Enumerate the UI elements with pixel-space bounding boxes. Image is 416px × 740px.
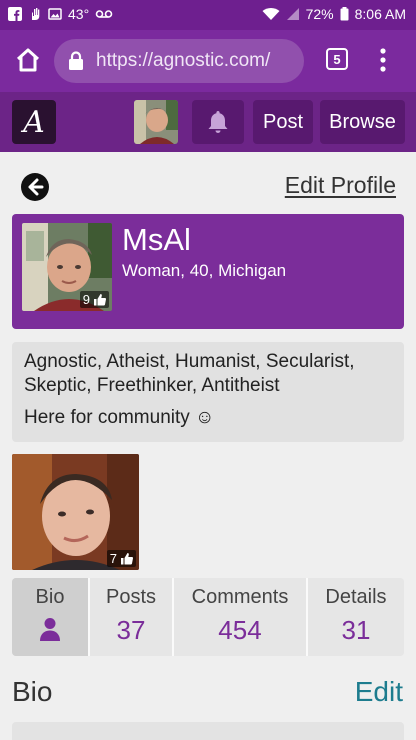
beliefs-text: Agnostic, Atheist, Humanist, Secularist,… (24, 351, 355, 396)
battery-percent-text: 72% (305, 6, 334, 22)
facebook-icon (8, 7, 22, 21)
tab-bio-label: Bio (35, 586, 65, 608)
bio-heading: Bio (12, 676, 53, 707)
logo-letter: A (23, 104, 45, 140)
header-avatar[interactable] (134, 100, 178, 144)
back-arrow-icon[interactable] (20, 172, 50, 202)
hand-icon (32, 8, 40, 20)
url-text: https://agnostic.com/ (96, 50, 271, 71)
home-icon[interactable] (12, 44, 44, 76)
wifi-icon (262, 8, 280, 20)
bio-text-box (12, 722, 404, 740)
posts-count: 37 (116, 615, 146, 645)
tab-details[interactable]: Details 31 (308, 578, 404, 656)
profile-stats-tabs: Bio Posts 37 Comments 454 Details 31 (12, 578, 404, 656)
lock-icon (69, 51, 83, 70)
tab-comments[interactable]: Comments 454 (174, 578, 308, 656)
edit-profile-link[interactable]: Edit Profile (285, 172, 396, 199)
clock-text: 8:06 AM (354, 6, 406, 22)
photo-like-count: 9 (82, 292, 90, 307)
tab-count: 5 (333, 51, 341, 67)
tab-details-label: Details (325, 586, 387, 608)
image-icon (48, 8, 62, 20)
gallery-photo[interactable]: 7 (12, 454, 139, 570)
bell-icon (208, 111, 228, 133)
system-icons: 72% 8:06 AM (262, 6, 406, 22)
photo-like-badge: 9 (79, 291, 109, 308)
thumbs-up-icon (121, 553, 133, 565)
notification-icons: 43° (8, 6, 113, 22)
avatar-photo (134, 100, 178, 144)
battery-icon (340, 7, 349, 21)
browse-button[interactable]: Browse (320, 100, 405, 144)
voicemail-icon (95, 10, 113, 18)
post-button[interactable]: Post (253, 100, 313, 144)
profile-username: MsAl (122, 222, 191, 257)
more-menu-icon[interactable] (376, 46, 390, 74)
beliefs-box: Agnostic, Atheist, Humanist, Secularist,… (12, 342, 404, 442)
status-bar: 43° 72% 8:06 AM (0, 0, 416, 30)
tagline-text: Here for community ☺ (24, 407, 215, 428)
thumbs-up-icon (94, 294, 106, 306)
gallery-like-badge: 7 (106, 550, 136, 567)
profile-card: 9 MsAl Woman, 40, Michigan (12, 214, 404, 329)
url-bar[interactable]: https://agnostic.com/ (54, 39, 304, 83)
tab-posts-label: Posts (105, 586, 157, 608)
tab-switcher-button[interactable]: 5 (326, 48, 348, 70)
temperature-text: 43° (68, 6, 90, 22)
signal-icon (286, 8, 299, 20)
details-count: 31 (341, 615, 371, 645)
profile-demographics: Woman, 40, Michigan (122, 261, 287, 280)
tab-comments-label: Comments (191, 586, 289, 608)
browser-toolbar: https://agnostic.com/ 5 (0, 30, 416, 92)
comments-count: 454 (218, 615, 262, 645)
bio-edit-link[interactable]: Edit (355, 676, 403, 708)
site-header: A Post Browse (0, 92, 416, 152)
gallery-like-count: 7 (109, 551, 117, 566)
site-logo[interactable]: A (12, 100, 56, 144)
profile-photo[interactable]: 9 (22, 223, 112, 311)
notifications-button[interactable] (192, 100, 244, 144)
person-icon (40, 618, 60, 641)
tab-posts[interactable]: Posts 37 (90, 578, 174, 656)
tab-bio[interactable]: Bio (12, 578, 90, 656)
